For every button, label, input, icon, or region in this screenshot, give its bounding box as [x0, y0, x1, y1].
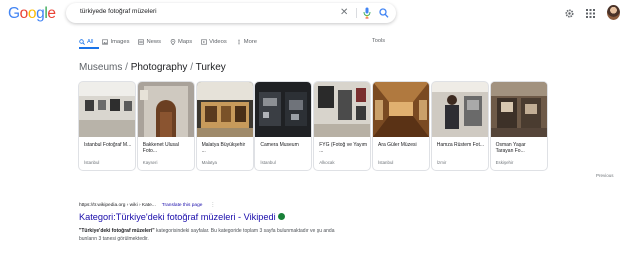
- search-icon[interactable]: [379, 7, 389, 19]
- search-results-page: Google türkiyede fotoğraf müzeleri ✕ All…: [0, 0, 621, 253]
- museum-photo: [431, 82, 488, 137]
- museum-card[interactable]: Osman Yaşar Tarayan Fo... Eskişehir: [490, 82, 547, 170]
- tab-videos[interactable]: Videos: [201, 37, 227, 46]
- search-box[interactable]: türkiyede fotoğraf müzeleri ✕: [66, 3, 396, 23]
- museum-location: İstanbul: [377, 160, 394, 165]
- tab-label: Videos: [209, 38, 227, 45]
- breadcrumb-museums[interactable]: Museums: [79, 62, 122, 73]
- museum-card[interactable]: Bakkenet Ulusal Foto... Kayseri: [137, 82, 194, 170]
- result-snippet: "Türkiye'deki fotoğraf müzeleri" kategor…: [79, 227, 349, 243]
- breadcrumb-separator: /: [122, 62, 131, 73]
- museum-photo: [137, 82, 194, 137]
- tab-label: Images: [110, 38, 130, 45]
- result-title-text[interactable]: Kategori:Türkiye'deki fotoğraf müzeleri …: [79, 212, 276, 222]
- result-url-line: https://tr.wikipedia.org › wiki › Kate..…: [79, 203, 215, 208]
- search-input[interactable]: türkiyede fotoğraf müzeleri: [80, 8, 157, 15]
- avatar[interactable]: [607, 5, 620, 20]
- museum-card[interactable]: Ara Güler Müzesi İstanbul: [372, 82, 429, 170]
- museum-location: İzmir: [436, 160, 447, 165]
- museum-name: Hamza Rüstem Fot...: [436, 142, 485, 148]
- museum-name: Osman Yaşar Tarayan Fo...: [495, 142, 526, 155]
- museum-name: Istanbul Fotoğraf M...: [84, 142, 132, 148]
- museum-card[interactable]: Camera Museum İstanbul: [255, 82, 312, 170]
- search-divider: [356, 8, 357, 18]
- translate-link[interactable]: Translate this page: [162, 203, 203, 208]
- google-logo[interactable]: Google: [8, 5, 56, 23]
- tab-label: All: [87, 38, 94, 45]
- mic-icon[interactable]: [363, 7, 371, 19]
- tab-all[interactable]: All: [79, 37, 93, 46]
- museum-card[interactable]: FYG (Fotoğ ve Yayım ... Alkocak: [314, 82, 371, 170]
- museum-card[interactable]: Malatya Büyükşehir ... Malatya: [196, 82, 253, 170]
- close-icon[interactable]: ✕: [340, 6, 348, 19]
- museum-location: İstanbul: [84, 160, 100, 165]
- result-url[interactable]: https://tr.wikipedia.org › wiki › Kate..…: [79, 203, 156, 208]
- breadcrumb: Museums / Photography / Turkey: [79, 62, 226, 73]
- museum-card[interactable]: Hamza Rüstem Fot... İzmir: [431, 82, 488, 170]
- verified-icon: [278, 213, 286, 221]
- museum-name: Ara Güler Müzesi: [377, 142, 417, 148]
- museum-location: İstanbul: [260, 160, 276, 165]
- carousel-previous-link[interactable]: Previous: [596, 173, 614, 178]
- tab-maps[interactable]: Maps: [170, 37, 192, 46]
- active-tab-indicator: [79, 47, 99, 49]
- museum-photo: [314, 82, 371, 137]
- museum-location: Malatya: [201, 160, 217, 165]
- result-menu-icon[interactable]: ⋮: [210, 203, 215, 208]
- tab-images[interactable]: Images: [102, 37, 129, 46]
- museum-location: Eskişehir: [495, 160, 514, 165]
- museum-photo: [255, 82, 312, 137]
- tools-button[interactable]: Tools: [372, 38, 385, 44]
- museum-name: Bakkenet Ulusal Foto...: [142, 142, 179, 155]
- museum-location: Alkocak: [319, 160, 335, 165]
- tab-label: More: [243, 38, 257, 45]
- museum-photo: [79, 82, 135, 137]
- more-icon: [238, 39, 240, 44]
- breadcrumb-photography[interactable]: Photography: [131, 62, 188, 73]
- museum-carousel: Istanbul Fotoğraf M... İstanbul Bakkenet…: [79, 82, 549, 170]
- tab-news[interactable]: News: [138, 37, 161, 46]
- image-icon: [102, 39, 109, 45]
- gear-icon[interactable]: [565, 9, 574, 18]
- tab-label: News: [146, 38, 161, 45]
- tab-label: Maps: [177, 38, 193, 45]
- breadcrumb-separator: /: [187, 62, 196, 73]
- search-tabs: All Images News Maps Videos More: [79, 37, 266, 46]
- result-title[interactable]: Kategori:Türkiye'deki fotoğraf müzeleri …: [79, 212, 286, 222]
- apps-grid-icon[interactable]: [586, 9, 595, 18]
- museum-location: Kayseri: [142, 160, 158, 165]
- search-icon: [79, 38, 85, 45]
- tab-more[interactable]: More: [236, 37, 257, 46]
- snippet-bold: "Türkiye'deki fotoğraf müzeleri": [79, 228, 155, 234]
- breadcrumb-turkey: Turkey: [195, 62, 226, 73]
- video-icon: [201, 39, 208, 45]
- museum-name: Malatya Büyükşehir ...: [201, 142, 246, 155]
- museum-photo: [196, 82, 253, 137]
- museum-name: Camera Museum: [260, 142, 299, 148]
- museum-photo: [490, 82, 547, 137]
- news-icon: [138, 39, 145, 45]
- map-pin-icon: [170, 38, 176, 45]
- museum-card[interactable]: Istanbul Fotoğraf M... İstanbul: [79, 82, 135, 170]
- museum-name: FYG (Fotoğ ve Yayım ...: [319, 142, 368, 155]
- museum-photo: [372, 82, 429, 137]
